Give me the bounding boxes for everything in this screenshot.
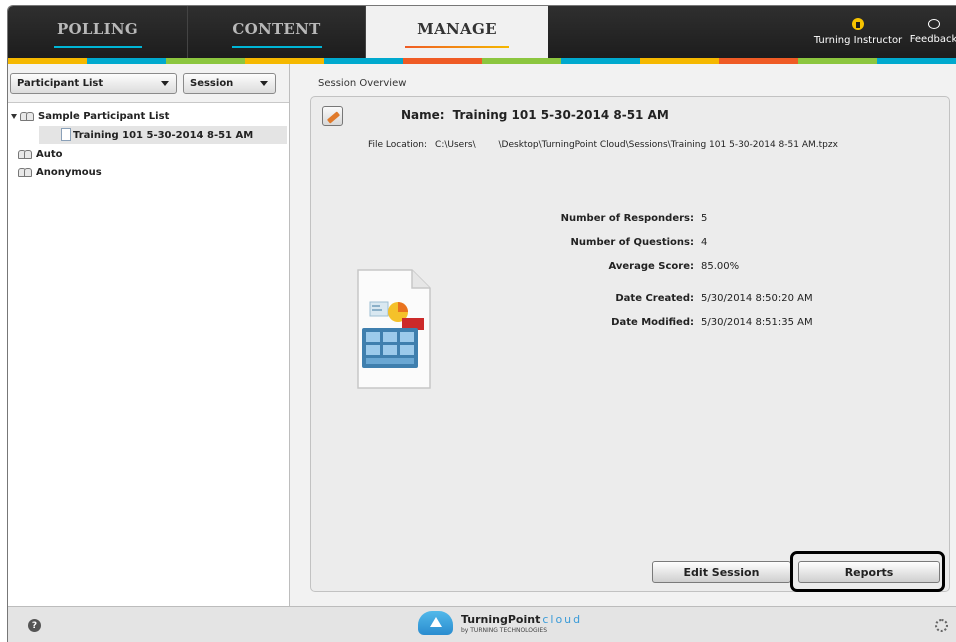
tab-polling-label: POLLING <box>56 20 139 38</box>
tab-content[interactable]: CONTENT <box>188 6 366 58</box>
session-file-icon <box>357 269 431 389</box>
tab-content-underline <box>231 46 322 48</box>
participants-icon <box>18 167 32 177</box>
session-dropdown-label: Session <box>190 78 234 89</box>
tree-node-label: Sample Participant List <box>38 110 170 122</box>
session-dropdown[interactable]: Session <box>183 73 276 94</box>
edit-session-button[interactable]: Edit Session <box>652 561 791 583</box>
cloud-upload-icon <box>418 611 453 635</box>
logo-main-text: TurningPoint cloud <box>461 613 582 626</box>
file-location-label: File Location: <box>368 140 428 150</box>
stat-value: 4 <box>701 237 708 248</box>
tab-polling[interactable]: POLLING <box>8 6 188 58</box>
participants-icon <box>20 111 34 121</box>
session-name-value: Training 101 5-30-2014 8-51 AM <box>452 108 669 122</box>
turning-instructor-label: Turning Instructor <box>813 35 903 46</box>
app-window: POLLING CONTENT MANAGE Turning Instructo… <box>7 5 956 642</box>
feedback-button[interactable]: Feedback <box>910 6 956 58</box>
tab-manage-label: MANAGE <box>417 20 497 38</box>
session-overview-card: Name: Training 101 5-30-2014 8-51 AM File… <box>310 96 950 592</box>
tab-manage[interactable]: MANAGE <box>366 6 548 58</box>
tree-node-sample-participant-list[interactable]: Sample Participant List <box>11 107 169 125</box>
top-nav-bar: POLLING CONTENT MANAGE Turning Instructo… <box>8 6 956 58</box>
expand-triangle-icon[interactable] <box>11 113 17 119</box>
session-name-row: Name: Training 101 5-30-2014 8-51 AM <box>401 108 669 122</box>
edit-pencil-icon[interactable] <box>322 106 343 126</box>
stat-value: 5 <box>701 213 708 224</box>
speech-bubble-icon <box>927 19 940 29</box>
tree-node-label: Training 101 5-30-2014 8-51 AM <box>73 129 254 141</box>
logo-cloud-word: cloud <box>542 612 583 626</box>
footer-bar: ? TurningPoint cloud by TURNING TECHNOLOG… <box>8 606 956 642</box>
stat-label: Date Modified: <box>611 317 694 328</box>
logo-turning: TurningPoint <box>461 612 541 626</box>
stat-value: 5/30/2014 8:51:35 AM <box>701 317 813 328</box>
feedback-label: Feedback <box>909 34 956 45</box>
session-name-label: Name: <box>401 108 445 122</box>
participants-icon <box>18 149 32 159</box>
turningpoint-cloud-logo: TurningPoint cloud by TURNING TECHNOLOGIE… <box>418 611 582 635</box>
tree-node-anonymous[interactable]: Anonymous <box>18 163 102 181</box>
gear-icon[interactable] <box>935 619 948 632</box>
stat-label: Number of Responders: <box>560 213 694 224</box>
tab-content-label: CONTENT <box>232 20 321 38</box>
tree-node-label: Auto <box>36 148 63 160</box>
right-panel: Session Overview Name: Training 101 5-30-… <box>291 64 956 606</box>
tab-polling-underline <box>53 46 142 48</box>
help-icon[interactable]: ? <box>28 619 41 632</box>
stat-label: Average Score: <box>608 261 695 272</box>
document-icon <box>61 128 71 141</box>
logo-byline: by TURNING TECHNOLOGIES <box>461 626 548 634</box>
tree-node-label: Anonymous <box>36 166 102 178</box>
file-location-value: C:\Users\ \Desktop\TurningPoint Cloud\Se… <box>435 140 838 150</box>
participant-list-dropdown[interactable]: Participant List <box>10 73 177 94</box>
reports-highlight-box <box>790 551 945 592</box>
participant-list-dropdown-label: Participant List <box>17 78 104 89</box>
participant-tree: Sample Participant List Training 101 5-3… <box>8 102 289 606</box>
stat-label: Date Created: <box>615 293 694 304</box>
stat-value: 85.00% <box>701 261 740 272</box>
tree-node-session[interactable]: Training 101 5-30-2014 8-51 AM <box>39 126 287 144</box>
turning-instructor-button[interactable]: Turning Instructor <box>808 6 908 58</box>
left-panel: Participant List Session Sample Particip… <box>8 64 290 606</box>
stat-label: Number of Questions: <box>570 237 694 248</box>
stat-value: 5/30/2014 8:50:20 AM <box>701 293 813 304</box>
chevron-down-icon <box>260 81 268 86</box>
tree-node-auto[interactable]: Auto <box>18 145 63 163</box>
tab-manage-underline <box>405 46 509 48</box>
file-location-row: File Location: C:\Users\ \Desktop\Turning… <box>368 140 838 150</box>
chevron-down-icon <box>161 81 169 86</box>
turning-logo-icon <box>852 18 864 30</box>
section-title: Session Overview <box>318 78 407 89</box>
logo-text: TurningPoint cloud by TURNING TECHNOLOGIE… <box>461 613 582 634</box>
